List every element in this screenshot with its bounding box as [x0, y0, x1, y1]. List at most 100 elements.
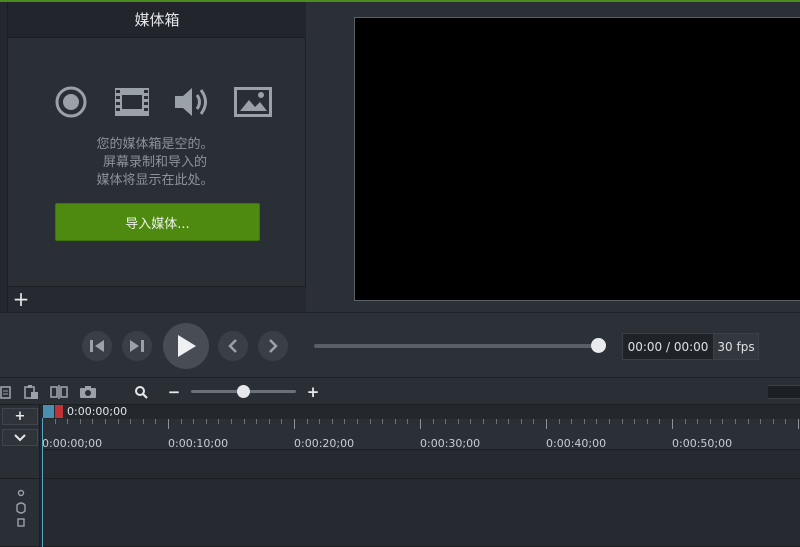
track-1-header	[0, 450, 40, 479]
ruler-tick	[684, 419, 686, 424]
chevron-left-icon	[228, 339, 237, 353]
ruler-label: 0:00:10;00	[168, 437, 229, 450]
playhead-time: 0:00:00;00	[67, 405, 128, 418]
timeline-scroll-indicator[interactable]	[768, 385, 800, 399]
ruler-tick	[54, 419, 56, 424]
track-controls: +	[0, 405, 40, 547]
paste-icon[interactable]	[20, 382, 42, 402]
media-type-icons	[52, 82, 272, 122]
ruler-tick	[672, 419, 673, 429]
ruler-label: 0:00:40;00	[546, 437, 607, 450]
ruler-tick	[571, 419, 573, 424]
ruler-tick	[357, 419, 358, 424]
ruler-tick	[659, 419, 661, 424]
ruler-tick	[558, 419, 560, 424]
ruler-tick	[596, 419, 598, 424]
ruler-tick	[256, 419, 258, 424]
timeline-ruler[interactable]: 0:00:00;00 0:00:10;00 0:00:20;00 0:00:30…	[42, 405, 800, 450]
scrubber-track[interactable]	[314, 344, 600, 348]
playback-bar: 00:00 / 00:00 30 fps	[0, 312, 800, 378]
ruler-tick	[709, 419, 711, 424]
track-2-header	[0, 479, 40, 547]
ruler-tick	[92, 419, 94, 424]
zoom-slider-handle[interactable]	[237, 385, 250, 398]
add-media-button[interactable]: +	[8, 287, 34, 311]
ruler-tick	[722, 419, 724, 424]
chevron-down-icon	[14, 433, 26, 441]
ruler-tick	[180, 419, 182, 424]
ruler-tick	[117, 419, 119, 424]
media-empty-line-1: 您的媒体箱是空的。	[96, 137, 214, 152]
snapshot-icon[interactable]	[77, 382, 99, 402]
play-icon	[178, 335, 196, 357]
previous-frame-button[interactable]	[82, 331, 112, 361]
ruler-tick	[483, 419, 484, 424]
ruler-tick	[508, 419, 510, 424]
ruler-tick	[646, 419, 648, 424]
film-icon	[113, 83, 151, 121]
ruler-tick	[281, 419, 283, 424]
preview-panel	[307, 2, 800, 312]
canvas-preview[interactable]	[354, 17, 800, 301]
record-icon	[52, 83, 90, 121]
track-2-lane[interactable]	[42, 479, 800, 547]
next-marker-button[interactable]	[258, 331, 288, 361]
search-icon[interactable]	[130, 382, 152, 402]
ruler-tick	[798, 419, 799, 429]
playhead-in-handle[interactable]	[43, 405, 54, 418]
ruler-tick	[432, 419, 434, 424]
collapse-tracks-button[interactable]	[2, 429, 38, 446]
track-1-lane[interactable]	[42, 451, 800, 479]
ruler-tick	[306, 419, 308, 424]
ruler-tick	[218, 419, 220, 424]
copy-icon[interactable]	[0, 382, 16, 402]
ruler-tick	[495, 419, 497, 424]
image-icon	[233, 83, 272, 121]
next-frame-button[interactable]	[122, 331, 152, 361]
ruler-tick	[130, 419, 132, 424]
audio-icon	[173, 83, 211, 121]
ruler-tick	[369, 419, 371, 424]
ruler-tick	[445, 419, 447, 424]
ruler-tick	[520, 419, 522, 424]
ruler-tick	[634, 419, 636, 424]
split-icon[interactable]	[48, 382, 70, 402]
ruler-tick	[470, 419, 472, 424]
ruler-tick	[394, 419, 396, 424]
playhead-line[interactable]	[42, 418, 43, 547]
playhead-out-handle[interactable]	[55, 405, 63, 418]
track-lock-icon[interactable]	[15, 489, 27, 529]
ruler-tick	[193, 419, 195, 424]
ruler-tick	[772, 419, 774, 424]
add-track-button[interactable]: +	[2, 408, 38, 425]
ruler-tick	[294, 419, 295, 429]
ruler-label: 0:00:50;00	[672, 437, 733, 450]
ruler-tick	[785, 419, 787, 424]
ruler-tick	[546, 419, 547, 429]
zoom-out-button[interactable]: −	[166, 382, 182, 402]
ruler-tick	[319, 419, 321, 424]
ruler-tick	[243, 419, 245, 424]
ruler-tick	[583, 419, 585, 424]
media-panel-side-strip	[0, 2, 8, 312]
media-empty-line-2: 屏幕录制和导入的	[102, 155, 207, 170]
zoom-in-button[interactable]: +	[305, 382, 321, 402]
ruler-tick	[231, 419, 232, 424]
ruler-tick	[79, 419, 81, 424]
previous-marker-button[interactable]	[218, 331, 248, 361]
ruler-tick	[457, 419, 459, 424]
ruler-tick	[344, 419, 346, 424]
ruler-tick	[735, 419, 736, 424]
media-bin-title: 媒体箱	[8, 2, 306, 38]
chevron-right-icon	[269, 339, 278, 353]
import-media-button[interactable]: 导入媒体...	[55, 203, 260, 241]
ruler-playhead-strip	[42, 405, 800, 419]
ruler-tick	[697, 419, 699, 424]
ruler-tick	[621, 419, 623, 424]
fps-display[interactable]: 30 fps	[713, 333, 759, 360]
ruler-tick	[168, 419, 169, 429]
ruler-tick	[420, 419, 421, 429]
media-empty-line-3: 媒体将显示在此处。	[96, 173, 214, 188]
scrubber-handle[interactable]	[591, 338, 606, 353]
play-button[interactable]	[163, 323, 209, 369]
